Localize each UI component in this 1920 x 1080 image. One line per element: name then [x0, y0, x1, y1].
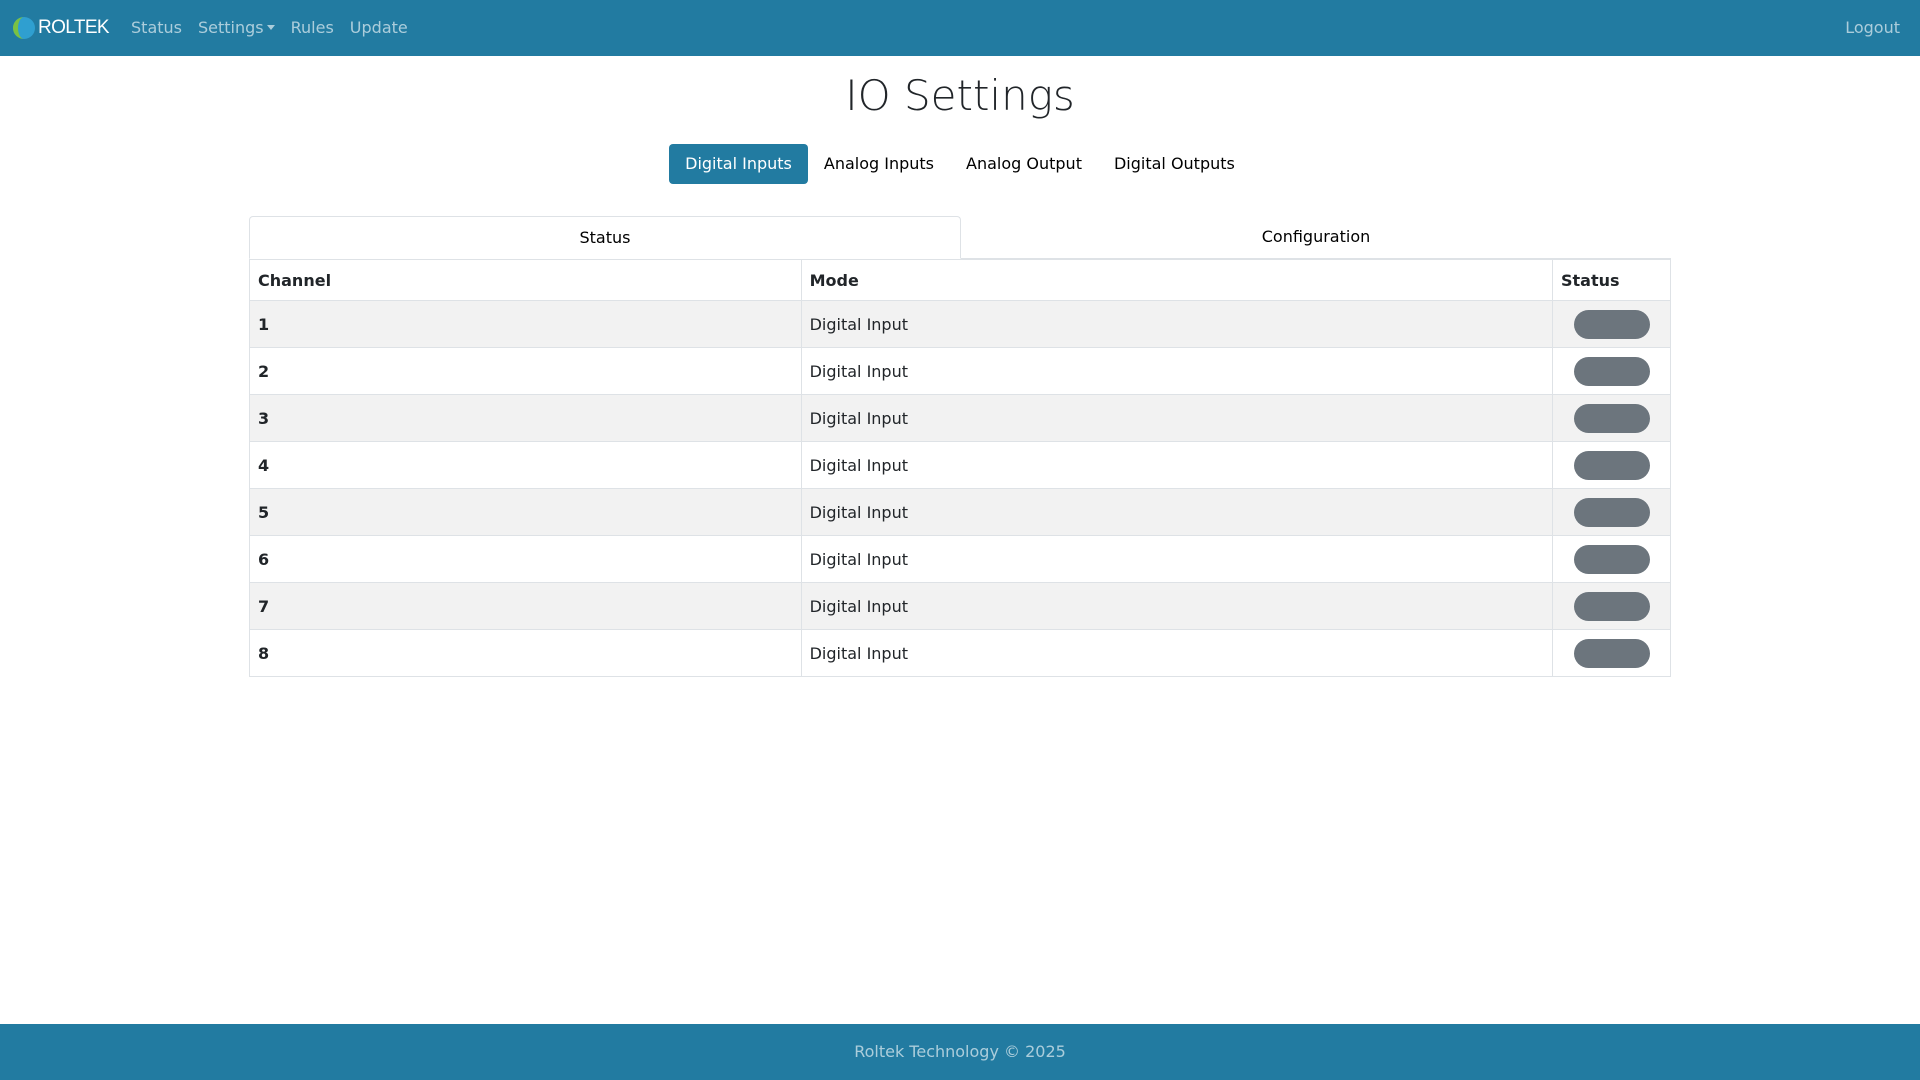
status-toggle[interactable] — [1573, 309, 1650, 339]
status-cell — [1552, 488, 1671, 536]
status-toggle[interactable] — [1573, 356, 1650, 386]
table-header-row: Channel Mode Status — [249, 259, 1671, 301]
status-toggle[interactable] — [1573, 591, 1650, 621]
channel-cell: 8 — [249, 629, 802, 677]
column-header-channel: Channel — [249, 259, 802, 301]
tab-configuration[interactable]: Configuration — [961, 216, 1671, 259]
pill-analog-inputs[interactable]: Analog Inputs — [808, 144, 950, 184]
nav-update-link[interactable]: Update — [342, 0, 416, 56]
top-navbar: ROLTEK Status Settings Rules Update Logo… — [0, 0, 1920, 56]
brand-logo-link[interactable]: ROLTEK — [12, 0, 110, 56]
status-cell — [1552, 582, 1671, 630]
channel-cell: 7 — [249, 582, 802, 630]
channel-cell: 5 — [249, 488, 802, 536]
mode-cell: Digital Input — [800, 300, 1554, 348]
table-row: 6 Digital Input — [249, 535, 1671, 583]
table-row: 8 Digital Input — [249, 629, 1671, 677]
nav-settings-dropdown[interactable]: Settings — [190, 0, 283, 56]
status-cell — [1552, 629, 1671, 677]
column-header-status: Status — [1552, 259, 1671, 301]
status-toggle[interactable] — [1573, 497, 1650, 527]
mode-cell: Digital Input — [800, 535, 1554, 583]
status-toggle[interactable] — [1573, 403, 1650, 433]
main-nav: Status Settings Rules Update — [123, 0, 416, 56]
status-cell — [1552, 394, 1671, 442]
page-footer: Roltek Technology © 2025 — [0, 1024, 1920, 1080]
nav-rules-link[interactable]: Rules — [283, 0, 342, 56]
channel-cell: 3 — [249, 394, 802, 442]
brand-name: ROLTEK — [38, 17, 110, 38]
mode-cell: Digital Input — [800, 347, 1554, 395]
table-row: 2 Digital Input — [249, 347, 1671, 395]
status-cell — [1552, 300, 1671, 348]
io-content: Status Configuration Channel Mode Status… — [249, 216, 1671, 677]
digital-inputs-table: Channel Mode Status 1 Digital Input 2 Di… — [249, 259, 1671, 677]
column-header-mode: Mode — [800, 259, 1554, 301]
caret-down-icon — [266, 25, 275, 30]
roltek-logo-icon — [13, 17, 35, 39]
footer-copyright: Roltek Technology © 2025 — [854, 1042, 1066, 1061]
mode-cell: Digital Input — [800, 441, 1554, 489]
logout-link[interactable]: Logout — [1845, 0, 1900, 56]
table-row: 3 Digital Input — [249, 394, 1671, 442]
nav-settings-label: Settings — [198, 18, 264, 37]
status-toggle[interactable] — [1573, 544, 1650, 574]
channel-cell: 1 — [249, 300, 802, 348]
mode-cell: Digital Input — [800, 629, 1554, 677]
table-row: 1 Digital Input — [249, 300, 1671, 348]
status-cell — [1552, 347, 1671, 395]
mode-cell: Digital Input — [800, 488, 1554, 536]
table-row: 7 Digital Input — [249, 582, 1671, 630]
channel-cell: 2 — [249, 347, 802, 395]
view-tabs: Status Configuration — [249, 216, 1671, 259]
table-row: 4 Digital Input — [249, 441, 1671, 489]
channel-cell: 4 — [249, 441, 802, 489]
io-type-pills: Digital Inputs Analog Inputs Analog Outp… — [0, 144, 1920, 184]
status-toggle[interactable] — [1573, 450, 1650, 480]
pill-digital-inputs[interactable]: Digital Inputs — [669, 144, 808, 184]
nav-status-link[interactable]: Status — [123, 0, 190, 56]
mode-cell: Digital Input — [800, 394, 1554, 442]
mode-cell: Digital Input — [800, 582, 1554, 630]
channel-cell: 6 — [249, 535, 802, 583]
page-title: IO Settings — [845, 71, 1075, 120]
table-row: 5 Digital Input — [249, 488, 1671, 536]
pill-digital-outputs[interactable]: Digital Outputs — [1098, 144, 1251, 184]
status-cell — [1552, 441, 1671, 489]
pill-analog-output[interactable]: Analog Output — [950, 144, 1098, 184]
status-cell — [1552, 535, 1671, 583]
status-toggle[interactable] — [1573, 638, 1650, 668]
tab-status[interactable]: Status — [249, 216, 961, 259]
